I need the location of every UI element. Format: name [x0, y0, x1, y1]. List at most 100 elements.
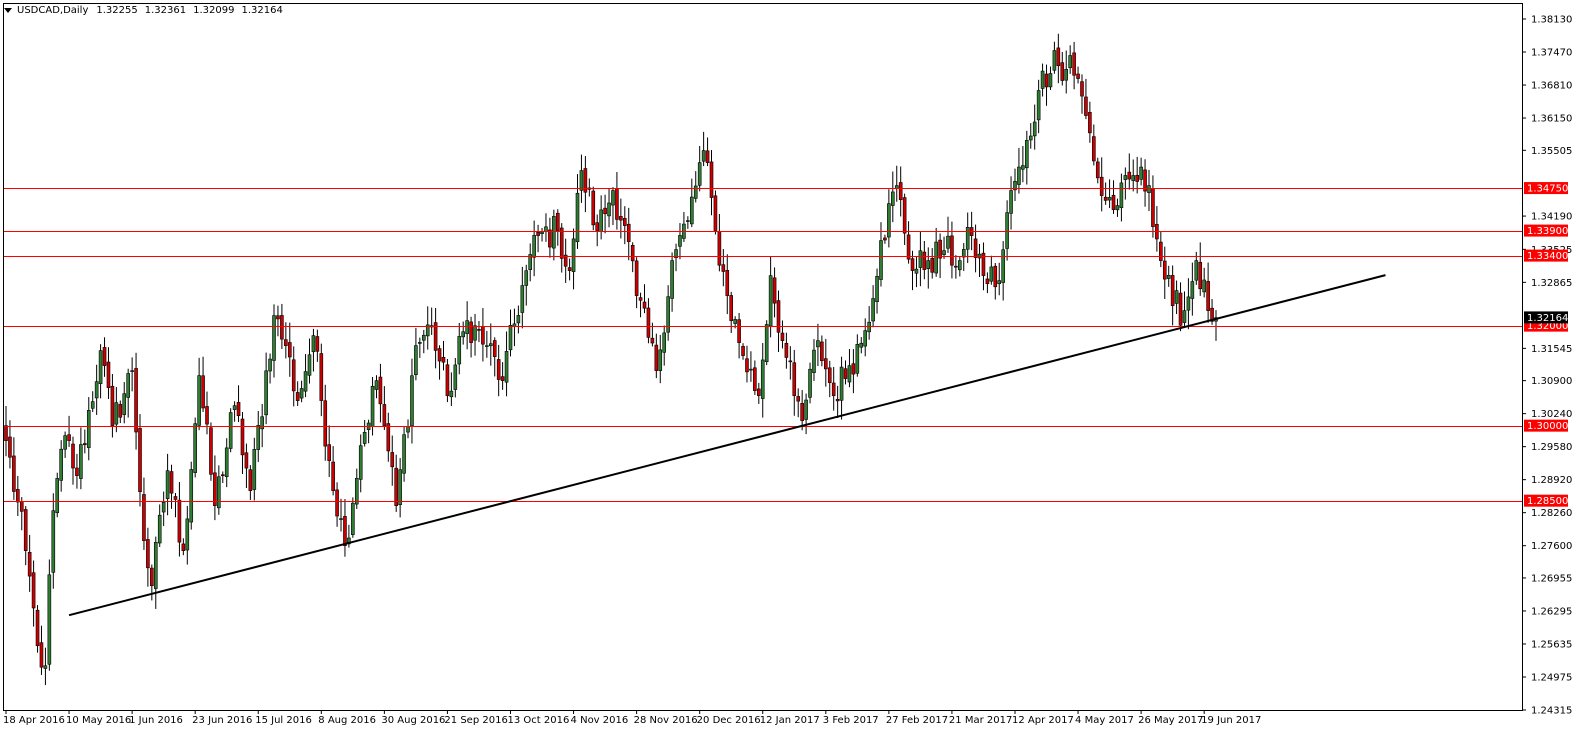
candle-body [757, 388, 761, 396]
candle-body [875, 276, 879, 303]
candle-body [138, 428, 142, 493]
candle-body [1206, 281, 1210, 311]
y-tick-label: 1.26955 [1531, 573, 1572, 584]
candle-body [165, 470, 170, 499]
candle-body [461, 331, 465, 338]
candle-body [1088, 112, 1092, 134]
candle-body [130, 370, 134, 372]
x-tick-label: 15 Jul 2016 [255, 715, 312, 726]
candle-body [477, 329, 481, 331]
y-tick-label: 1.27600 [1531, 541, 1572, 552]
candle-body [173, 496, 178, 500]
candle-body [548, 229, 552, 248]
candle-body [1021, 165, 1025, 170]
candle-body [1036, 90, 1041, 121]
x-tick-label: 12 Jan 2017 [760, 715, 820, 726]
candle-body [634, 260, 639, 296]
candle-body [414, 345, 418, 376]
candle-body [1060, 62, 1065, 81]
candle-body [753, 367, 757, 391]
candle-body [335, 489, 339, 517]
candle-body [83, 443, 87, 446]
candle-body [1143, 169, 1147, 192]
candle-body [19, 501, 24, 512]
candle-body [358, 445, 363, 480]
x-tick-label: 4 May 2017 [1075, 715, 1134, 726]
candle-body [918, 250, 923, 268]
candle-body [240, 418, 245, 456]
candle-body [98, 350, 103, 384]
candle-body [555, 212, 560, 231]
candle-body [595, 222, 600, 231]
candle [228, 408, 233, 453]
candle-body [737, 319, 741, 343]
candle-body [559, 227, 564, 259]
candle-body [1040, 70, 1045, 89]
candle-body [1194, 260, 1199, 281]
x-tick-label: 23 Jun 2016 [192, 715, 252, 726]
chart-area[interactable]: 1.38130 1.37470 1.36810 1.36150 1.35505 1.341… [0, 0, 1596, 744]
y-tick-label: 1.28260 [1531, 508, 1572, 519]
x-tick-label: 27 Feb 2017 [886, 715, 948, 726]
candle-body [276, 315, 280, 320]
usdcad-daily-chart[interactable]: 1.38130 1.37470 1.36810 1.36150 1.35505 1.341… [0, 0, 1596, 744]
candle-body [788, 360, 793, 363]
candle-body [67, 434, 71, 441]
y-tick-label: 1.35505 [1531, 146, 1572, 157]
candle-body [157, 514, 162, 544]
candle-body [891, 191, 895, 206]
x-tick-label: 21 Sep 2016 [444, 715, 507, 726]
x-tick-label: 4 Nov 2016 [571, 715, 629, 726]
level-price-label: 1.33900 [1527, 226, 1568, 237]
candle-body [1159, 241, 1163, 261]
candle-body [741, 346, 745, 356]
candle-body [437, 348, 442, 362]
candle-body [291, 359, 296, 392]
candle-body [705, 150, 710, 163]
candle-body [311, 335, 316, 353]
candle-body [295, 392, 300, 401]
candle-body [23, 509, 28, 551]
candle-body [1009, 190, 1013, 214]
candle-body [1174, 290, 1179, 304]
candle-body [445, 364, 450, 396]
candle-body [457, 336, 462, 365]
candle-body [1080, 81, 1084, 97]
y-tick-label: 1.25635 [1531, 639, 1572, 650]
quote-low: 1.32099 [193, 4, 235, 16]
candle-body [630, 244, 635, 262]
candle-body [1099, 176, 1104, 196]
x-tick-label: 12 Apr 2017 [1012, 715, 1074, 726]
candle-body [1028, 135, 1033, 141]
candle-body [1056, 47, 1061, 67]
candle-body [776, 300, 781, 333]
y-tick-label: 1.32865 [1531, 278, 1572, 289]
candle-body [1170, 275, 1175, 306]
candle-body [938, 239, 942, 259]
candle-body [729, 295, 734, 321]
candle-body [465, 320, 469, 334]
candle-body [1025, 140, 1029, 169]
candle-body [370, 385, 375, 427]
candle-body [382, 404, 387, 426]
candle-body [496, 359, 501, 380]
dropdown-triangle-icon[interactable] [4, 7, 12, 13]
candle-body [169, 471, 174, 494]
candle-body [1017, 166, 1021, 185]
y-tick-label: 1.37470 [1531, 48, 1572, 59]
y-tick-label: 1.36150 [1531, 114, 1572, 125]
candle-body [197, 375, 201, 426]
candle-body [973, 238, 978, 258]
x-axis: 18 Apr 2016 10 May 20161 Jun 2016 23 Jun 2… [3, 710, 1261, 726]
x-tick-label: 20 Dec 2016 [697, 715, 761, 726]
candle-body [1111, 194, 1116, 210]
candle-body [71, 443, 75, 469]
candle-body [63, 435, 67, 450]
candle-body [922, 251, 927, 270]
candle-body [1076, 73, 1080, 79]
level-price-label: 1.33400 [1527, 251, 1568, 262]
candle-body [796, 396, 801, 402]
candle-body [118, 404, 123, 418]
candle-body [150, 567, 154, 587]
candle-body [351, 502, 355, 535]
